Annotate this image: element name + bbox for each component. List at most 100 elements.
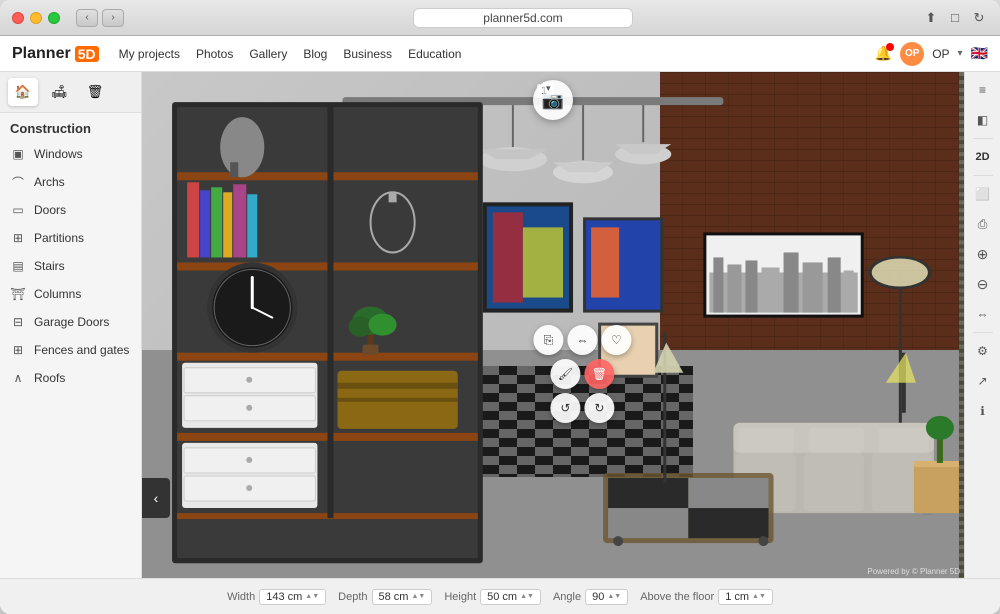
- angle-arrows[interactable]: ▲▼: [607, 593, 621, 600]
- catalog-button[interactable]: ◧: [969, 106, 997, 134]
- roofs-icon: ∧: [10, 370, 26, 386]
- powered-by-label: Powered by © Planner 5D: [867, 567, 960, 576]
- depth-value[interactable]: 58 cm ▲▼: [372, 589, 433, 605]
- floor-label: Above the floor: [640, 591, 714, 603]
- nav-my-projects[interactable]: My projects: [119, 47, 180, 61]
- sidebar-items: ▣ Windows ⌒ Archs ▭ Doors ⊞ Partitions ▤: [0, 140, 141, 578]
- copy-button[interactable]: ⎘: [533, 325, 563, 355]
- user-label[interactable]: OP: [932, 47, 949, 61]
- print-button[interactable]: ⎙: [969, 210, 997, 238]
- angle-field: Angle 90 ▲▼: [553, 589, 628, 605]
- paint-button[interactable]: 🖌: [550, 359, 580, 389]
- bell-icon[interactable]: 🔔: [875, 45, 892, 62]
- settings-button[interactable]: ⚙: [969, 337, 997, 365]
- menu-button[interactable]: ≡: [969, 76, 997, 104]
- right-toolbar: ≡ ◧ 2D ⬜ ⎙ ⊕ ⊖ ⇔ ⚙ ↗ ℹ: [964, 72, 1000, 578]
- canvas-area[interactable]: 1 ▾ 📷 ⎘ ⇔ ♡ 🖌 🗑 ↺ ↻: [142, 72, 964, 578]
- depth-arrows[interactable]: ▲▼: [411, 593, 425, 600]
- share-icon[interactable]: ⬆: [922, 9, 940, 27]
- divider-3: [973, 332, 993, 333]
- sidebar-item-garage-doors[interactable]: ⊟ Garage Doors: [0, 308, 141, 336]
- sidebar-item-columns[interactable]: ⛩ Columns: [0, 280, 141, 308]
- garage-doors-icon: ⊟: [10, 314, 26, 330]
- nav-photos[interactable]: Photos: [196, 47, 233, 61]
- sidebar-section-title: Construction: [0, 113, 141, 140]
- forward-button[interactable]: ›: [102, 9, 124, 27]
- url-area: planner5d.com: [132, 8, 914, 28]
- app-logo: Planner5D: [12, 45, 99, 63]
- favorite-button[interactable]: ♡: [601, 325, 631, 355]
- depth-label: Depth: [338, 591, 367, 603]
- doors-icon: ▭: [10, 202, 26, 218]
- zoom-out-button[interactable]: ⊖: [969, 270, 997, 298]
- divider-2: [973, 175, 993, 176]
- partitions-icon: ⊞: [10, 230, 26, 246]
- floor-field: Above the floor 1 cm ▲▼: [640, 589, 773, 605]
- flag-icon[interactable]: 🇬🇧: [971, 45, 988, 62]
- nav-blog[interactable]: Blog: [303, 47, 327, 61]
- measure-button[interactable]: ⇔: [969, 300, 997, 328]
- width-field: Width 143 cm ▲▼: [227, 589, 326, 605]
- nav-education[interactable]: Education: [408, 47, 461, 61]
- fab-row-3: ↺ ↻: [550, 393, 614, 423]
- rotate-left-button[interactable]: ↺: [550, 393, 580, 423]
- info-button[interactable]: ℹ: [969, 397, 997, 425]
- maximize-button[interactable]: [48, 12, 60, 24]
- title-bar-right: ⬆ □ ↻: [922, 9, 988, 27]
- logo-5d: 5D: [75, 46, 99, 62]
- traffic-lights: [12, 12, 60, 24]
- sidebar-item-partitions[interactable]: ⊞ Partitions: [0, 224, 141, 252]
- url-bar[interactable]: planner5d.com: [413, 8, 633, 28]
- angle-value[interactable]: 90 ▲▼: [585, 589, 628, 605]
- stairs-icon: ▤: [10, 258, 26, 274]
- sidebar-tab-home[interactable]: 🏠: [8, 78, 38, 106]
- height-field: Height 50 cm ▲▼: [444, 589, 541, 605]
- nav-business[interactable]: Business: [343, 47, 392, 61]
- zoom-in-button[interactable]: ⊕: [969, 240, 997, 268]
- sidebar-item-fences[interactable]: ⊞ Fences and gates: [0, 336, 141, 364]
- nav-gallery[interactable]: Gallery: [249, 47, 287, 61]
- depth-field: Depth 58 cm ▲▼: [338, 589, 432, 605]
- share-button[interactable]: ↗: [969, 367, 997, 395]
- archs-icon: ⌒: [10, 174, 26, 190]
- left-nav-arrow[interactable]: ‹: [142, 478, 170, 518]
- sidebar-item-stairs[interactable]: ▤ Stairs: [0, 252, 141, 280]
- sidebar-item-roofs[interactable]: ∧ Roofs: [0, 364, 141, 392]
- columns-icon: ⛩: [10, 286, 26, 302]
- minimize-button[interactable]: [30, 12, 42, 24]
- height-arrows[interactable]: ▲▼: [520, 593, 534, 600]
- width-arrows[interactable]: ▲▼: [305, 593, 319, 600]
- sidebar-item-windows[interactable]: ▣ Windows: [0, 140, 141, 168]
- width-label: Width: [227, 591, 255, 603]
- divider-1: [973, 138, 993, 139]
- back-button[interactable]: ‹: [76, 9, 98, 27]
- main-content: 🏠 🛋 🗑 Construction ▣ Windows ⌒ Archs ▭ D…: [0, 72, 1000, 578]
- sidebar-tab-delete[interactable]: 🗑: [80, 78, 110, 106]
- title-bar: ‹ › planner5d.com ⬆ □ ↻: [0, 0, 1000, 36]
- rotate-right-button[interactable]: ↻: [584, 393, 614, 423]
- nav-items: My projects Photos Gallery Blog Business…: [119, 47, 875, 61]
- sidebar-tab-furniture[interactable]: 🛋: [44, 78, 74, 106]
- bookmark-icon[interactable]: □: [946, 9, 964, 27]
- app-nav: Planner5D My projects Photos Gallery Blo…: [0, 36, 1000, 72]
- close-button[interactable]: [12, 12, 24, 24]
- bottom-bar: Width 143 cm ▲▼ Depth 58 cm ▲▼ Height 50…: [0, 578, 1000, 614]
- sidebar: 🏠 🛋 🗑 Construction ▣ Windows ⌒ Archs ▭ D…: [0, 72, 142, 578]
- height-value[interactable]: 50 cm ▲▼: [480, 589, 541, 605]
- refresh-icon[interactable]: ↻: [970, 9, 988, 27]
- floor-arrows[interactable]: ▲▼: [752, 593, 766, 600]
- height-label: Height: [444, 591, 476, 603]
- user-avatar[interactable]: OP: [900, 42, 924, 66]
- width-value[interactable]: 143 cm ▲▼: [259, 589, 326, 605]
- sidebar-item-archs[interactable]: ⌒ Archs: [0, 168, 141, 196]
- sidebar-item-doors[interactable]: ▭ Doors: [0, 196, 141, 224]
- flip-button[interactable]: ⇔: [567, 325, 597, 355]
- fullscreen-button[interactable]: ⬜: [969, 180, 997, 208]
- floor-value[interactable]: 1 cm ▲▼: [718, 589, 773, 605]
- fences-icon: ⊞: [10, 342, 26, 358]
- notification-badge: [886, 43, 894, 51]
- delete-button[interactable]: 🗑: [584, 359, 614, 389]
- fab-row-1: ⎘ ⇔ ♡: [533, 325, 631, 355]
- fab-group: ⎘ ⇔ ♡ 🖌 🗑 ↺ ↻: [533, 325, 631, 423]
- 2d-view-button[interactable]: 2D: [969, 143, 997, 171]
